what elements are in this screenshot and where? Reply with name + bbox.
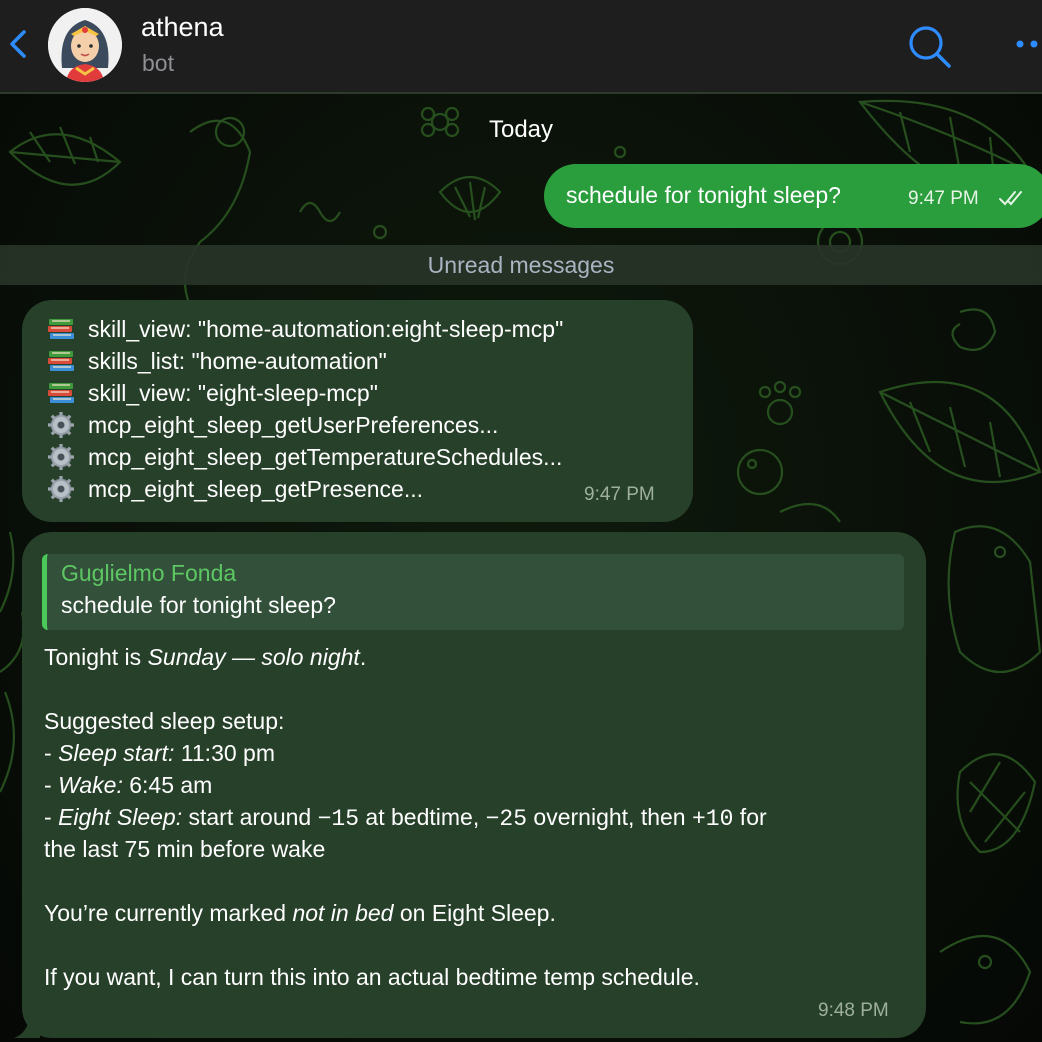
tool-line: mcp_eight_sleep_getTemperatureSchedules.… [46, 444, 562, 476]
message-line: - Sleep start: 11:30 pm [44, 740, 275, 767]
tool-line-text: skill_view: "eight-sleep-mcp" [88, 380, 378, 406]
italic-span: not in bed [292, 900, 394, 926]
message-line: If you want, I can turn this into an act… [44, 964, 700, 990]
message-line: You’re currently marked not in bed on Ei… [44, 900, 556, 927]
message-time: 9:47 PM [908, 188, 979, 209]
code-span: +10 [692, 806, 734, 832]
back-chevron-icon[interactable] [6, 28, 30, 60]
italic-span: Sunday — solo night [147, 644, 360, 670]
code-span: −25 [485, 806, 528, 832]
italic-span: Sleep start: [58, 740, 175, 766]
message-time: 9:48 PM [818, 1000, 889, 1021]
books-icon [48, 319, 74, 339]
chat-title[interactable]: athena [141, 12, 224, 43]
chat-subtitle: bot [142, 50, 174, 76]
message-line: Suggested sleep setup: [44, 708, 285, 734]
tool-line-text: mcp_eight_sleep_getPresence... [88, 476, 423, 502]
tool-line: mcp_eight_sleep_getUserPreferences... [46, 412, 498, 444]
quote-author: Guglielmo Fonda [61, 560, 237, 586]
message-line: Tonight is Sunday — solo night. [44, 644, 366, 671]
chat-header: athena bot [0, 0, 1042, 94]
tool-line: mcp_eight_sleep_getPresence... [46, 476, 423, 508]
text-span: 6:45 am [122, 772, 213, 798]
code-span: −15 [317, 806, 360, 832]
message-text: schedule for tonight sleep? [566, 182, 841, 208]
text-span: Tonight is [44, 644, 148, 670]
quote-text: schedule for tonight sleep? [61, 592, 336, 618]
tool-line-text: skills_list: "home-automation" [88, 348, 387, 374]
outgoing-message[interactable]: schedule for tonight sleep? 9:47 PM [544, 164, 1042, 228]
message-time: 9:47 PM [584, 484, 655, 505]
text-span: overnight, then [527, 804, 692, 830]
text-span: You’re currently marked [44, 900, 293, 926]
more-options-icon[interactable] [1014, 36, 1042, 52]
text-span: - [44, 772, 59, 798]
tool-line: skill_view: "eight-sleep-mcp" [46, 380, 378, 412]
tool-line-text: skill_view: "home-automation:eight-sleep… [88, 316, 564, 342]
text-span: 11:30 pm [174, 740, 275, 766]
text-span: for [733, 804, 767, 830]
tool-line-text: mcp_eight_sleep_getTemperatureSchedules.… [88, 444, 563, 470]
italic-span: Eight Sleep: [58, 804, 183, 830]
italic-span: Wake: [58, 772, 123, 798]
tool-line-text: mcp_eight_sleep_getUserPreferences... [88, 412, 499, 438]
incoming-message-tools[interactable]: skill_view: "home-automation:eight-sleep… [22, 300, 693, 522]
text-span: start around [182, 804, 318, 830]
text-span: on Eight Sleep. [393, 900, 556, 926]
search-icon[interactable] [905, 22, 953, 70]
gear-icon [48, 444, 74, 470]
text-span: at bedtime, [359, 804, 486, 830]
text-span: - [44, 740, 59, 766]
message-line: the last 75 min before wake [44, 836, 326, 862]
unread-messages-divider: Unread messages [0, 245, 1042, 285]
books-icon [48, 383, 74, 403]
double-check-icon [999, 191, 1022, 206]
date-separator: Today [488, 116, 554, 143]
incoming-message-reply[interactable]: Guglielmo Fonda schedule for tonight sle… [22, 532, 926, 1038]
text-span: - [44, 804, 59, 830]
text-span: . [359, 644, 367, 670]
books-icon [48, 351, 74, 371]
gear-icon [48, 412, 74, 438]
avatar[interactable] [48, 8, 122, 82]
message-line: - Wake: 6:45 am [44, 772, 212, 799]
reply-quote[interactable]: Guglielmo Fonda schedule for tonight sle… [42, 554, 904, 630]
tool-line: skills_list: "home-automation" [46, 348, 387, 380]
message-line: - Eight Sleep: start around −15 at bedti… [44, 804, 767, 832]
tool-line: skill_view: "home-automation:eight-sleep… [46, 316, 563, 348]
gear-icon [48, 476, 74, 502]
